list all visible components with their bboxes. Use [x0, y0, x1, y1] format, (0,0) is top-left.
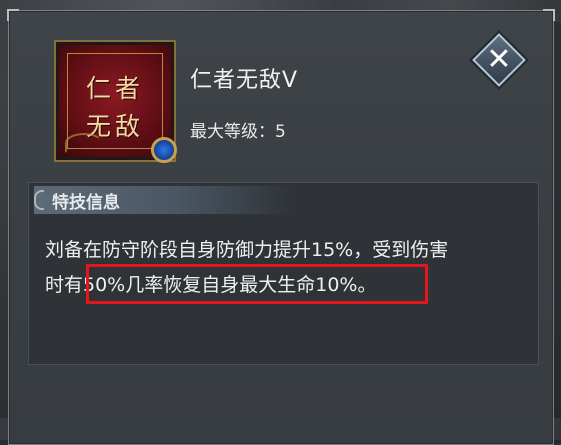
- skill-description-line1: 刘备在防守阶段自身防御力提升15%，受到伤害: [45, 239, 449, 261]
- skill-info-header: 特技信息: [34, 186, 294, 214]
- skill-name: 仁者无敌Ⅴ: [190, 68, 299, 93]
- skill-icon-text-top: 仁者: [85, 74, 144, 103]
- rank-badge-icon: [151, 137, 177, 163]
- header-bracket-icon: [34, 190, 44, 210]
- max-level-label: 最大等级：5: [190, 122, 286, 142]
- skill-icon: 仁者 无敌: [54, 40, 177, 163]
- highlight-annotation-box: [86, 264, 428, 304]
- close-button[interactable]: ✕: [472, 33, 526, 87]
- panel-corner-ornament: [7, 9, 19, 21]
- swirl-ornament-icon: [65, 133, 103, 153]
- skill-info-title: 特技信息: [52, 193, 120, 213]
- close-x-icon: ✕: [486, 42, 512, 77]
- panel-corner-ornament: [543, 9, 555, 21]
